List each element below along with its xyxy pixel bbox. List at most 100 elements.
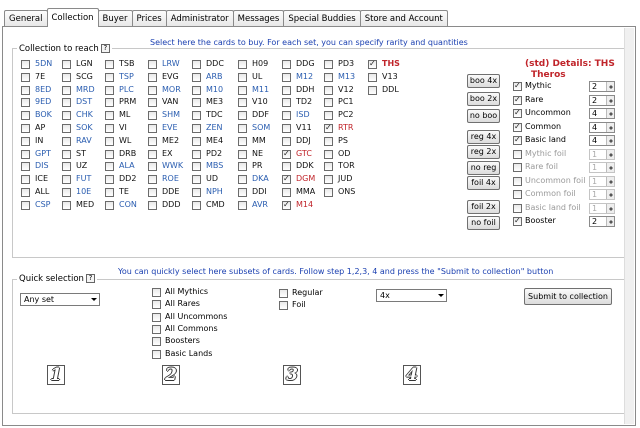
stepper-arrows-icon[interactable] [606,149,614,159]
stepper-arrows-icon[interactable] [606,109,614,118]
set-checkbox-jud[interactable] [324,175,333,185]
set-checkbox-me4[interactable] [192,136,201,146]
set-checkbox-drb[interactable] [105,149,114,159]
set-checkbox-avr[interactable] [238,200,247,210]
help-icon[interactable]: ? [100,44,110,53]
set-checkbox-pr[interactable] [238,162,247,172]
set-checkbox-ddk[interactable] [282,162,291,172]
stepper-arrows-icon[interactable] [606,163,614,172]
tab-general[interactable]: General [4,10,48,27]
set-checkbox-h09[interactable] [238,60,247,69]
set-checkbox-dka[interactable] [238,175,247,185]
set-checkbox-dis[interactable] [21,162,30,172]
set-checkbox-ths[interactable] [368,60,377,69]
set-checkbox-me2[interactable] [148,136,157,146]
checkbox-all-commons[interactable] [152,324,161,334]
rarity-checkbox-common[interactable] [513,122,522,132]
set-checkbox-ddf[interactable] [238,111,247,121]
checkbox-all-mythics[interactable] [152,288,161,297]
rarity-checkbox-common-foil[interactable] [513,190,522,199]
tab-administrator[interactable]: Administrator [165,10,234,27]
checkbox-regular[interactable] [279,289,288,298]
set-checkbox-shm[interactable] [148,111,157,121]
set-checkbox-som[interactable] [238,124,247,133]
set-checkbox-ddj[interactable] [282,136,291,146]
set-checkbox-in[interactable] [21,136,30,146]
set-checkbox-10e[interactable] [62,188,71,197]
quantity-stepper-rare-foil[interactable]: 1 [589,162,615,173]
foil-4x-button[interactable]: foil 4x [467,176,500,190]
rarity-checkbox-mythic[interactable] [513,82,522,91]
set-checkbox-tor[interactable] [324,162,333,172]
stepper-arrows-icon[interactable] [606,190,614,199]
set-checkbox-dd2[interactable] [105,175,114,185]
set-checkbox-mma[interactable] [282,188,291,197]
quantity-stepper-uncommon[interactable]: 4 [589,108,615,119]
rarity-checkbox-basic-land[interactable] [513,136,522,145]
set-checkbox-me3[interactable] [192,98,201,108]
tab-special-buddies[interactable]: Special Buddies [283,10,361,27]
set-checkbox-evg[interactable] [148,72,157,82]
set-checkbox-ala[interactable] [105,162,114,172]
tab-collection[interactable]: Collection [46,8,99,27]
set-checkbox-dst[interactable] [62,98,71,108]
set-checkbox-7e[interactable] [21,72,30,82]
set-checkbox-mor[interactable] [148,85,157,95]
rarity-checkbox-rare-foil[interactable] [513,163,522,172]
stepper-arrows-icon[interactable] [606,122,614,132]
set-checkbox-rtr[interactable] [324,124,333,133]
quantity-stepper-booster[interactable]: 2 [589,216,615,227]
quantity-stepper-mythic[interactable]: 2 [589,81,615,92]
stepper-arrows-icon[interactable] [606,136,614,145]
stepper-arrows-icon[interactable] [606,95,614,105]
set-checkbox-fut[interactable] [62,175,71,185]
set-checkbox-mbs[interactable] [192,162,201,172]
quantity-stepper-common-foil[interactable]: 1 [589,189,615,200]
stepper-arrows-icon[interactable] [606,176,614,186]
set-checkbox-ne[interactable] [238,149,247,159]
set-checkbox-rav[interactable] [62,136,71,146]
set-checkbox-ons[interactable] [324,188,333,197]
set-checkbox-st[interactable] [62,149,71,159]
set-checkbox-m11[interactable] [238,85,247,95]
set-checkbox-con[interactable] [105,200,114,210]
set-checkbox-v10[interactable] [238,98,247,108]
help-icon[interactable]: ? [85,274,95,283]
set-checkbox-v13[interactable] [368,72,377,82]
set-checkbox-ddh[interactable] [282,85,291,95]
stepper-arrows-icon[interactable] [606,82,614,91]
set-checkbox-uz[interactable] [62,162,71,172]
set-checkbox-ddl[interactable] [368,85,377,95]
set-checkbox-mrd[interactable] [62,85,71,95]
quantity-select[interactable]: 4x [376,289,447,302]
quantity-stepper-basic-land[interactable]: 4 [589,135,615,146]
set-checkbox-ddi[interactable] [238,188,247,197]
rarity-checkbox-uncommon[interactable] [513,109,522,118]
quantity-stepper-basic-land-foil[interactable]: 1 [589,202,615,214]
set-checkbox-pc1[interactable] [324,98,333,108]
quantity-stepper-mythic-foil[interactable]: 1 [589,148,615,160]
set-checkbox-eve[interactable] [148,124,157,133]
set-checkbox-dde[interactable] [148,188,157,197]
set-checkbox-van[interactable] [148,98,157,108]
quantity-stepper-rare[interactable]: 2 [589,94,615,106]
set-checkbox-td2[interactable] [282,98,291,108]
set-checkbox-med[interactable] [62,200,71,210]
scrollbar[interactable] [624,28,634,424]
tab-store-and-account[interactable]: Store and Account [359,10,448,27]
rarity-checkbox-booster[interactable] [513,217,522,226]
rarity-checkbox-mythic-foil[interactable] [513,149,522,159]
rarity-checkbox-uncommon-foil[interactable] [513,176,522,186]
set-checkbox-plc[interactable] [105,85,114,95]
set-select[interactable]: Any set [20,293,100,306]
set-checkbox-od[interactable] [324,149,333,159]
checkbox-foil[interactable] [279,301,288,310]
set-checkbox-pc2[interactable] [324,111,333,121]
set-checkbox-9ed[interactable] [21,98,30,108]
set-checkbox-5dn[interactable] [21,60,30,69]
checkbox-all-uncommons[interactable] [152,312,161,322]
set-checkbox-v11[interactable] [282,124,291,133]
set-checkbox-m12[interactable] [282,72,291,82]
reg-4x-button[interactable]: reg 4x [467,130,500,144]
set-checkbox-ddc[interactable] [192,60,201,69]
